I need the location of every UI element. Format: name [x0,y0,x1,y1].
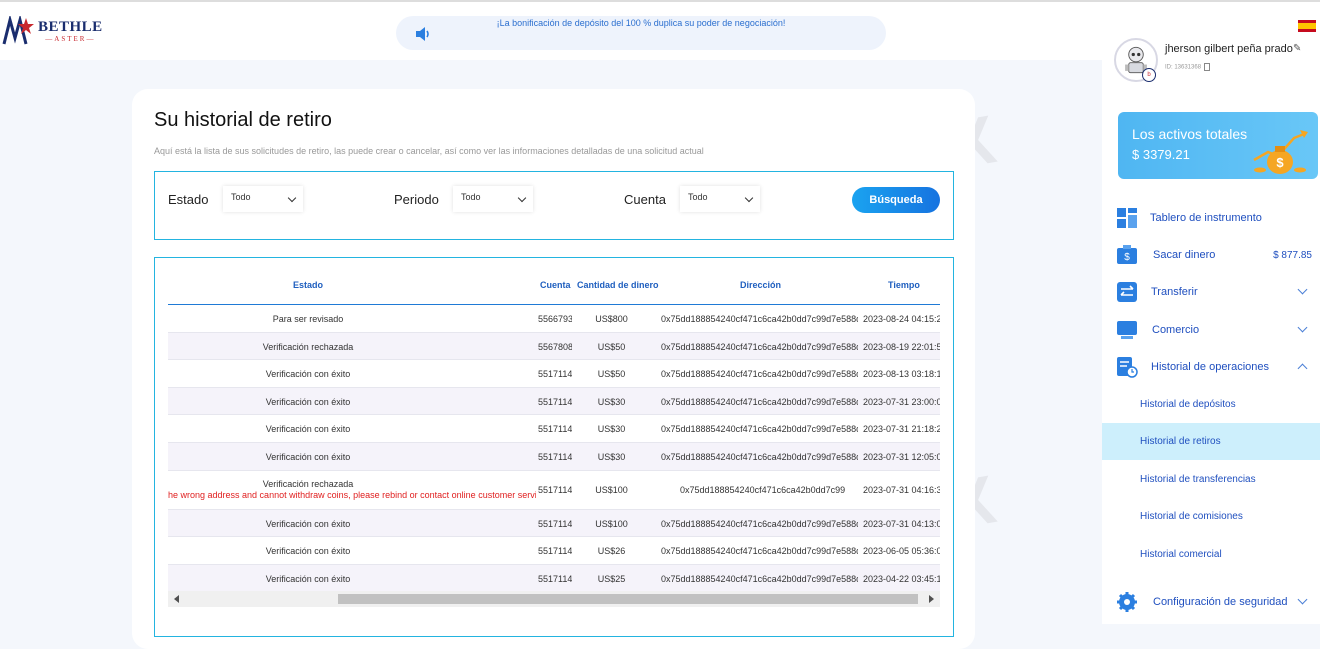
svg-text:$: $ [1276,155,1284,170]
sub-historial-depositos[interactable]: Historial de depósitos [1102,386,1320,423]
error-note: he wrong address and cannot withdraw coi… [168,489,536,500]
monitor-icon [1117,321,1137,339]
gear-icon [1117,592,1137,612]
scroll-right-icon[interactable] [929,595,934,603]
table-row[interactable]: Verificación con éxito 5517114 US$100 0x… [168,509,940,538]
nav-transferir[interactable]: Transferir [1102,274,1320,310]
search-button[interactable]: Búsqueda [852,187,940,213]
sub-historial-transferencias[interactable]: Historial de transferencias [1102,461,1320,498]
user-id: ID: 13631368 [1165,63,1211,71]
chevron-down-icon [517,193,527,203]
header-cuenta: Cuenta [540,280,571,290]
table-header: Estado Cuenta Cantidad de dinero Direcci… [168,258,940,305]
brand-logo[interactable]: BETHLE —ASTER— [2,16,103,46]
periodo-label: Periodo [394,192,439,207]
table-row[interactable]: Verificación rechazada 5567808 US$50 0x7… [168,332,940,361]
nav-sacar-dinero[interactable]: $ Sacar dinero $ 877.85 [1102,237,1320,273]
nav-seguridad[interactable]: Configuración de seguridad [1102,584,1320,620]
header-direccion: Dirección [740,280,782,290]
table-row[interactable]: Verificación con éxito 5517114 US$30 0x7… [168,387,940,416]
table-row[interactable]: Verificación con éxito 5517114 US$50 0x7… [168,360,940,388]
total-assets-card: Los activos totales $ 3379.21 $ [1118,112,1318,179]
chevron-down-icon [287,193,297,203]
header-monto: Cantidad de dinero [577,280,659,290]
table-row[interactable]: Verificación con éxito 5517114 US$26 0x7… [168,537,940,565]
periodo-select[interactable]: Todo [453,186,533,212]
svg-text:$: $ [1124,252,1130,263]
estado-label: Estado [168,192,209,207]
withdrawal-table: Estado Cuenta Cantidad de dinero Direcci… [154,257,954,637]
chevron-down-icon [1297,594,1308,605]
page-subtitle: Aquí está la lista de sus solicitudes de… [154,146,704,156]
withdrawal-history-card: Su historial de retiro Aquí está la list… [132,89,975,649]
announcement-bar[interactable]: ¡La bonificación de depósito del 100 % d… [396,16,886,50]
top-bar: BETHLE —ASTER— ¡La bonificación de depós… [0,0,1102,60]
nav-historial-operaciones[interactable]: Historial de operaciones [1102,349,1320,385]
table-row[interactable]: Verificación con éxito 5517114 US$25 0x7… [168,564,940,593]
copy-icon[interactable] [1204,63,1211,71]
announcement-text: ¡La bonificación de depósito del 100 % d… [496,18,786,28]
scroll-left-icon[interactable] [174,595,179,603]
cuenta-label: Cuenta [624,192,666,207]
nav-tablero[interactable]: Tablero de instrumento [1102,200,1320,236]
withdrawable-amount: $ 877.85 [1273,250,1312,261]
table-row[interactable]: Para ser revisado 5566793 US$800 0x75dd1… [168,305,940,333]
spain-flag-icon[interactable] [1298,20,1316,32]
estado-select[interactable]: Todo [223,186,303,212]
nav-comercio[interactable]: Comercio [1102,312,1320,348]
filter-panel: Estado Todo Periodo Todo Cuenta Todo Bús… [154,171,954,240]
scroll-thumb[interactable] [338,594,918,604]
table-row[interactable]: Verificación con éxito 5517114 US$30 0x7… [168,442,940,471]
brand-sub: —ASTER— [45,34,96,43]
assets-value: $ 3379.21 [1132,147,1190,162]
chevron-down-icon [1297,322,1308,333]
sub-historial-comercial[interactable]: Historial comercial [1102,536,1320,573]
chevron-down-icon [1297,284,1308,295]
chevron-up-icon [1297,363,1308,374]
wallet-icon: $ [1117,245,1137,264]
avatar-badge-icon: b [1142,68,1156,82]
transfer-icon [1117,282,1137,302]
dashboard-icon [1117,208,1137,228]
table-body: Para ser revisado 5566793 US$800 0x75dd1… [168,305,940,593]
edit-pencil-icon[interactable]: ✎ [1293,43,1301,54]
header-estado: Estado [293,280,324,290]
cuenta-select[interactable]: Todo [680,186,760,212]
bethle-logo-icon [2,16,34,45]
table-row[interactable]: Verificación con éxito 5517114 US$30 0x7… [168,415,940,443]
header-tiempo: Tiempo [888,280,920,290]
table-row[interactable]: Verificación rechazada he wrong address … [168,470,940,510]
sub-historial-comisiones[interactable]: Historial de comisiones [1102,498,1320,535]
page-title: Su historial de retiro [154,109,332,131]
horizontal-scrollbar[interactable] [168,591,940,607]
history-document-icon [1117,357,1138,378]
user-name: jherson gilbert peña prado [1165,43,1293,55]
sidebar: b jherson gilbert peña prado ✎ ID: 13631… [1102,0,1320,624]
assets-label: Los activos totales [1132,126,1248,142]
sub-historial-retiros[interactable]: Historial de retiros [1102,423,1320,460]
chevron-down-icon [744,193,754,203]
money-bag-icon: $ [1253,130,1308,174]
brand-name: BETHLE [38,18,103,35]
